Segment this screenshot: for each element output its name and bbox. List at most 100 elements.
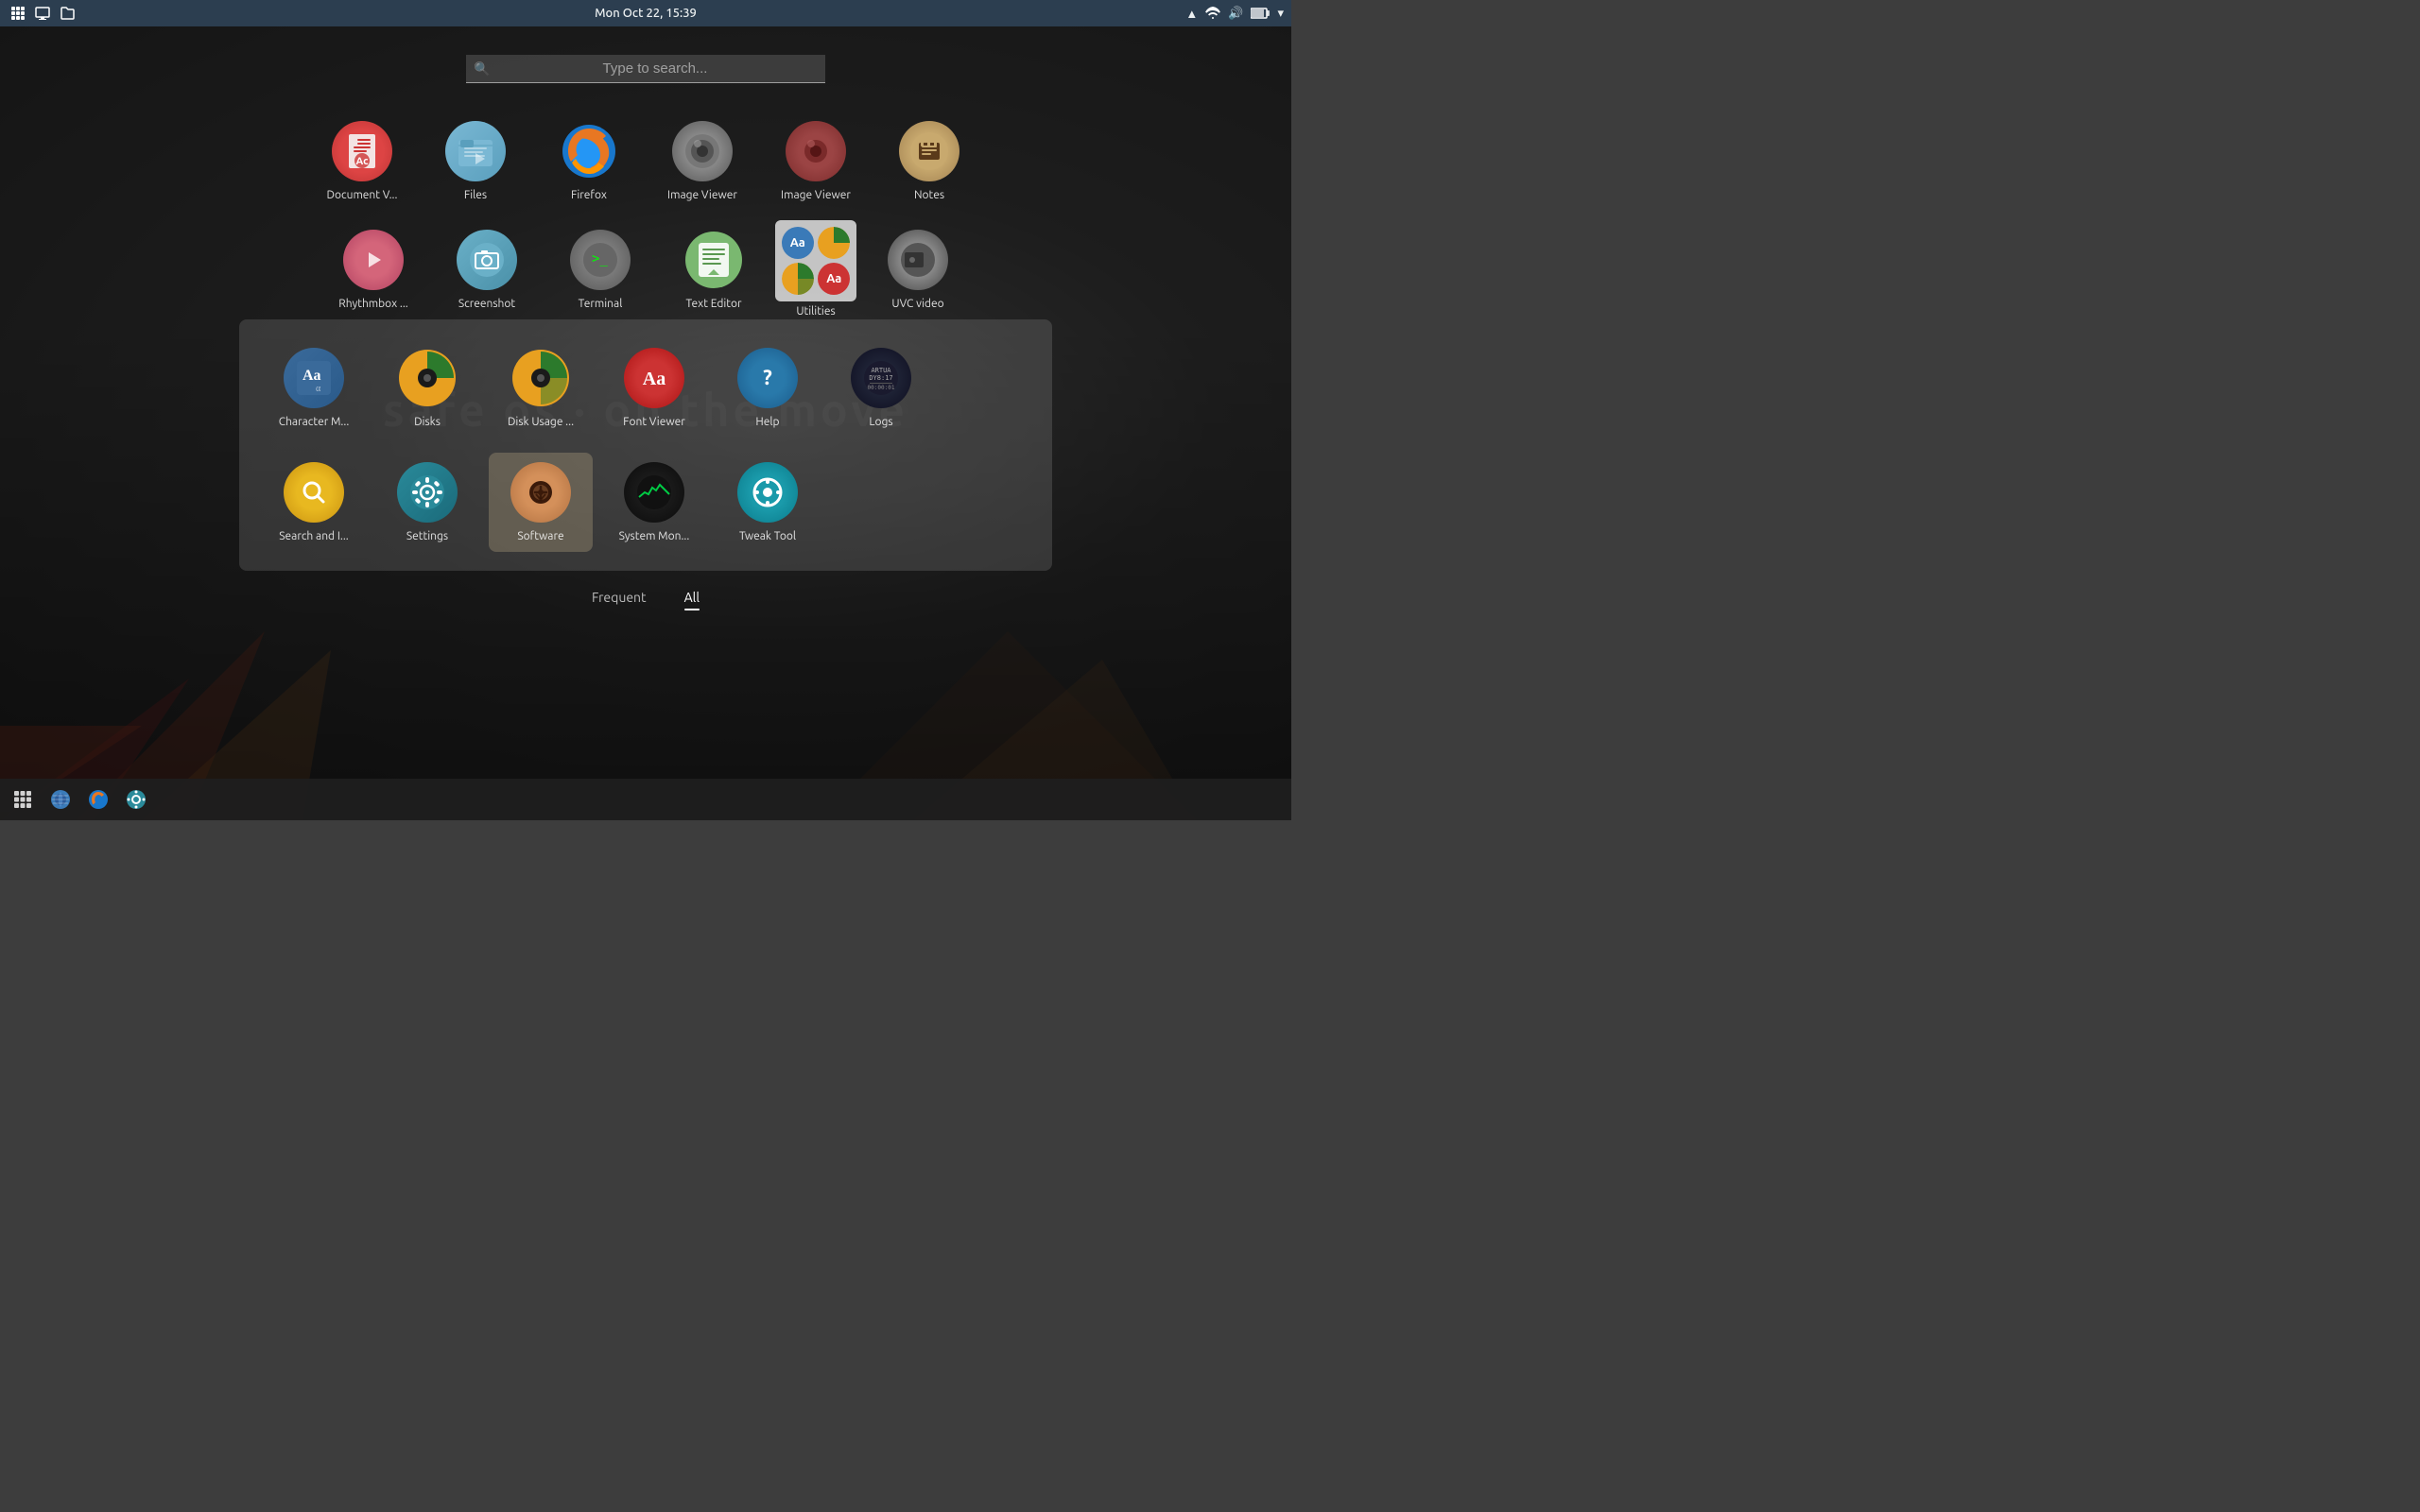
launcher-tabs: Frequent All — [592, 590, 700, 609]
app-label: Tweak Tool — [721, 530, 814, 542]
software-icon — [510, 462, 571, 523]
app-label: Document V... — [316, 189, 408, 201]
firefox-icon — [559, 121, 619, 181]
svg-text:>_: >_ — [592, 251, 608, 266]
panel-left — [8, 3, 78, 24]
image-viewer1-icon — [672, 121, 733, 181]
app-label: Logs — [835, 416, 927, 428]
app-label: Font Viewer — [608, 416, 700, 428]
uvc-icon — [888, 230, 948, 290]
app-notes[interactable]: Notes — [877, 112, 981, 211]
top-panel: Mon Oct 22, 15:39 ▲ 🔊 ▾ — [0, 0, 1291, 26]
utilities-popup[interactable]: Aa — [775, 220, 856, 301]
tab-all[interactable]: All — [684, 590, 700, 609]
utilities-wrapper: Aa — [775, 220, 856, 318]
app-label: Notes — [883, 189, 976, 201]
launcher-overlay: 🔍 Ac Document V... Files — [0, 26, 1291, 820]
app-rhythmbox[interactable]: Rhythmbox ... — [321, 220, 425, 319]
top-app-row: Ac Document V... Files Firefox — [310, 112, 981, 211]
app-software[interactable]: Software — [489, 453, 593, 552]
app-image-viewer2[interactable]: Image Viewer — [764, 112, 868, 211]
battery-icon[interactable] — [1251, 7, 1270, 20]
app-screenshot[interactable]: Screenshot — [435, 220, 539, 319]
disks-icon — [397, 348, 458, 408]
app-label: Image Viewer — [769, 189, 862, 201]
desktop-icon[interactable] — [32, 3, 53, 24]
logs-icon: ARTUA DY8:17 00:00:01 — [851, 348, 911, 408]
app-label: Disks — [381, 416, 474, 428]
app-label: Search and I... — [268, 530, 360, 542]
svg-text:Ac: Ac — [355, 156, 369, 167]
app-tweak-tool[interactable]: Tweak Tool — [716, 453, 820, 552]
util-icon-1: Aa — [782, 227, 814, 259]
search-icon: 🔍 — [474, 61, 490, 77]
document-viewer-icon: Ac — [332, 121, 392, 181]
app-logs[interactable]: ARTUA DY8:17 00:00:01 Logs — [829, 338, 933, 438]
svg-text:Aa: Aa — [302, 368, 321, 384]
app-label: System Mon... — [608, 530, 700, 542]
volume-icon[interactable]: 🔊 — [1228, 7, 1243, 21]
app-label: Software — [494, 530, 587, 542]
svg-text:ARTUA: ARTUA — [871, 367, 891, 374]
app-search-install[interactable]: Search and I... — [262, 453, 366, 552]
app-disks[interactable]: Disks — [375, 338, 479, 438]
apps-icon[interactable] — [8, 3, 28, 24]
app-char-map[interactable]: Aa α Character M... — [262, 338, 366, 438]
app-label: Settings — [381, 530, 474, 542]
svg-text:Aa: Aa — [643, 369, 666, 389]
show-apps-button[interactable] — [6, 782, 40, 816]
utilities-panel: Aa α Character M... Disks — [239, 319, 1052, 571]
utilities-row1: Aa α Character M... Disks — [262, 338, 1029, 438]
char-map-icon: Aa α — [284, 348, 344, 408]
taskbar-browser[interactable] — [43, 782, 78, 816]
app-help[interactable]: ? Help — [716, 338, 820, 438]
app-settings[interactable]: Settings — [375, 453, 479, 552]
util-icon-3 — [782, 263, 814, 295]
screenshot-icon — [457, 230, 517, 290]
wifi-icon[interactable] — [1205, 6, 1220, 21]
app-uvc[interactable]: UVC video — [866, 220, 970, 319]
utilities-label: Utilities — [775, 305, 856, 318]
app-font-viewer[interactable]: Aa Font Viewer — [602, 338, 706, 438]
system-monitor-icon — [624, 462, 684, 523]
taskbar-firefox[interactable] — [81, 782, 115, 816]
app-label: Help — [721, 416, 814, 428]
app-terminal[interactable]: >_ Terminal — [548, 220, 652, 319]
search-install-icon — [284, 462, 344, 523]
files-app-icon — [445, 121, 506, 181]
app-firefox[interactable]: Firefox — [537, 112, 641, 211]
disk-usage-icon — [510, 348, 571, 408]
panel-right: ▲ 🔊 ▾ — [1185, 6, 1284, 21]
app-disk-usage[interactable]: Disk Usage ... — [489, 338, 593, 438]
tweak-tool-icon — [737, 462, 798, 523]
app-system-monitor[interactable]: System Mon... — [602, 453, 706, 552]
svg-text:00:00:01: 00:00:01 — [868, 385, 895, 391]
eject-icon[interactable]: ▲ — [1185, 7, 1198, 21]
app-label: Firefox — [543, 189, 635, 201]
tab-frequent[interactable]: Frequent — [592, 590, 647, 609]
search-bar-container: 🔍 — [466, 55, 825, 83]
utilities-row2: Search and I... — [262, 453, 1029, 552]
util-icon-4: Aa — [818, 263, 850, 295]
app-label: Files — [429, 189, 522, 201]
app-label: Character M... — [268, 416, 360, 428]
text-editor-icon — [683, 230, 744, 290]
search-input[interactable] — [466, 55, 825, 83]
app-label: Image Viewer — [656, 189, 749, 201]
app-document-viewer[interactable]: Ac Document V... — [310, 112, 414, 211]
app-files[interactable]: Files — [424, 112, 527, 211]
files-icon[interactable] — [57, 3, 78, 24]
util-icon-2 — [818, 227, 850, 259]
terminal-icon: >_ — [570, 230, 631, 290]
dropdown-icon[interactable]: ▾ — [1277, 7, 1284, 21]
notes-icon — [899, 121, 959, 181]
font-viewer-icon: Aa — [624, 348, 684, 408]
app-label: Rhythmbox ... — [327, 298, 420, 310]
help-icon: ? — [737, 348, 798, 408]
image-viewer2-icon — [786, 121, 846, 181]
bottom-taskbar — [0, 779, 1291, 820]
taskbar-settings[interactable] — [119, 782, 153, 816]
svg-text:α: α — [316, 384, 321, 394]
app-image-viewer1[interactable]: Image Viewer — [650, 112, 754, 211]
app-text-editor[interactable]: Text Editor — [662, 220, 766, 319]
